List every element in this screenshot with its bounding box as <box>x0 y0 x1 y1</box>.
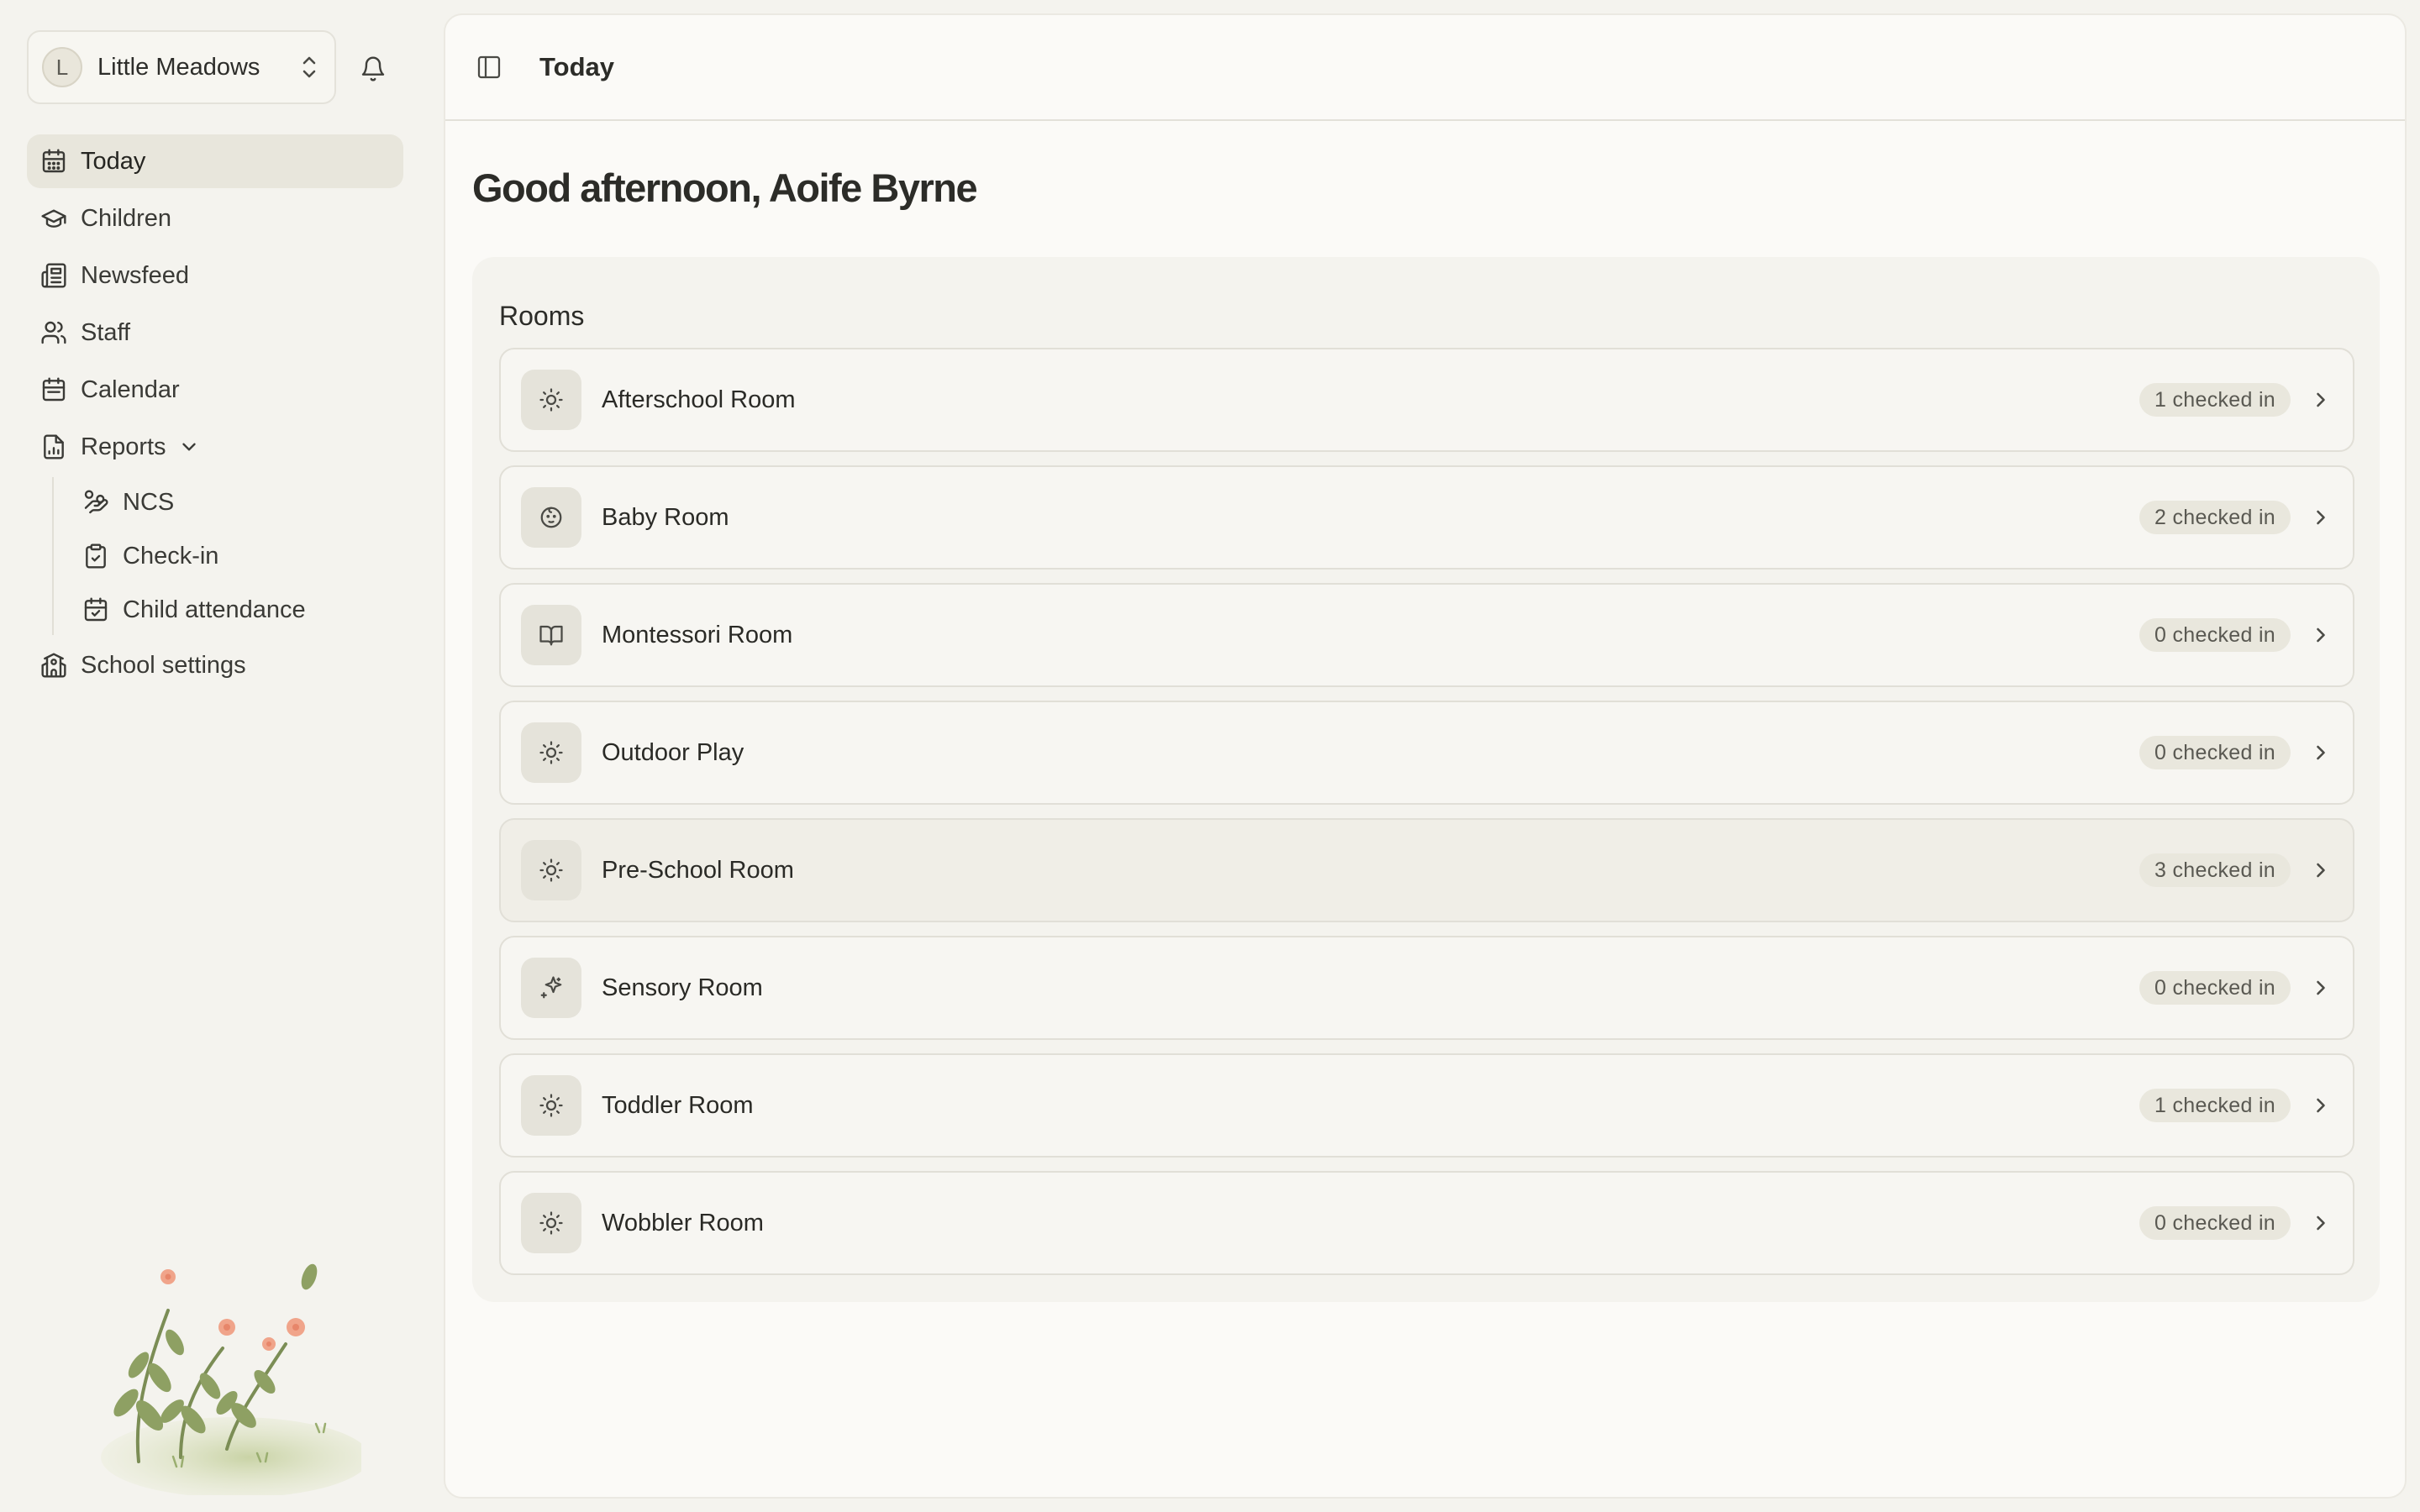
nav-label: Staff <box>81 318 131 346</box>
sun-icon <box>539 740 564 765</box>
room-row-afterschool[interactable]: Afterschool Room 1 checked in <box>499 348 2354 452</box>
avatar-initial: L <box>55 54 69 80</box>
newspaper-icon <box>40 262 67 289</box>
notifications-button[interactable] <box>353 49 393 89</box>
room-row-montessori[interactable]: Montessori Room 0 checked in <box>499 583 2354 687</box>
calendar-check-icon <box>82 596 109 623</box>
nav-label: Today <box>81 147 146 175</box>
baby-icon <box>539 505 564 530</box>
calendar-days-icon <box>40 148 67 175</box>
chevron-right-icon <box>2309 858 2333 882</box>
room-name: Baby Room <box>602 503 729 531</box>
chevron-right-icon <box>2309 506 2333 529</box>
page-title: Today <box>539 52 614 81</box>
nav-item-reports[interactable]: Reports <box>27 420 403 474</box>
room-row-outdoor-play[interactable]: Outdoor Play 0 checked in <box>499 701 2354 805</box>
nav-label: Child attendance <box>123 596 306 623</box>
nav-item-newsfeed[interactable]: Newsfeed <box>27 249 403 302</box>
sun-icon <box>539 1210 564 1236</box>
meadow-illustration <box>76 1252 361 1495</box>
room-name: Montessori Room <box>602 621 793 648</box>
nav-label: Children <box>81 204 171 232</box>
calendar-icon <box>40 376 67 403</box>
rooms-card: Rooms Afterschool Room 1 checked in Baby… <box>472 257 2380 1302</box>
checked-in-badge: 3 checked in <box>2139 853 2291 887</box>
chevron-right-icon <box>2309 1094 2333 1117</box>
nav-item-today[interactable]: Today <box>27 134 403 188</box>
nav-label: NCS <box>123 488 175 516</box>
nav-item-children[interactable]: Children <box>27 192 403 245</box>
nav-item-staff[interactable]: Staff <box>27 306 403 360</box>
checked-in-badge: 0 checked in <box>2139 618 2291 652</box>
room-name: Afterschool Room <box>602 386 796 413</box>
room-name: Sensory Room <box>602 974 763 1001</box>
room-name: Toddler Room <box>602 1091 754 1119</box>
top-bar: Today <box>445 15 2405 121</box>
sidebar-toggle-button[interactable] <box>472 50 506 84</box>
sparkles-icon <box>539 975 564 1000</box>
nav-label: School settings <box>81 651 246 679</box>
room-icon <box>521 370 581 430</box>
chevron-right-icon <box>2309 388 2333 412</box>
main-nav: Today Children Newsfeed Staff Calendar R… <box>27 134 403 696</box>
bell-icon <box>360 55 387 82</box>
greeting-heading: Good afternoon, Aoife Byrne <box>472 165 978 210</box>
chevrons-up-down-icon <box>297 52 321 82</box>
graduation-cap-icon <box>40 205 67 232</box>
room-name: Wobbler Room <box>602 1209 764 1236</box>
sun-icon <box>539 387 564 412</box>
book-open-icon <box>539 622 564 648</box>
room-list: Afterschool Room 1 checked in Baby Room … <box>499 348 2354 1289</box>
room-name: Pre-School Room <box>602 856 794 884</box>
room-icon <box>521 605 581 665</box>
room-icon <box>521 487 581 548</box>
rooms-title: Rooms <box>499 301 585 331</box>
nav-item-school-settings[interactable]: School settings <box>27 638 403 692</box>
nav-label: Calendar <box>81 375 180 403</box>
sun-icon <box>539 1093 564 1118</box>
nav-item-calendar[interactable]: Calendar <box>27 363 403 417</box>
checked-in-badge: 1 checked in <box>2139 1089 2291 1122</box>
sun-icon <box>539 858 564 883</box>
nav-item-child-attendance[interactable]: Child attendance <box>69 585 403 635</box>
nav-item-ncs[interactable]: NCS <box>69 477 403 528</box>
room-name: Outdoor Play <box>602 738 744 766</box>
chevron-down-icon <box>178 436 200 458</box>
room-icon <box>521 840 581 900</box>
room-row-toddler[interactable]: Toddler Room 1 checked in <box>499 1053 2354 1158</box>
chevron-right-icon <box>2309 1211 2333 1235</box>
checked-in-badge: 0 checked in <box>2139 971 2291 1005</box>
school-avatar: L <box>42 47 82 87</box>
nav-label: Newsfeed <box>81 261 189 289</box>
school-switcher[interactable]: L Little Meadows <box>27 30 336 104</box>
checked-in-badge: 1 checked in <box>2139 383 2291 417</box>
room-icon <box>521 1075 581 1136</box>
chevron-right-icon <box>2309 741 2333 764</box>
room-row-wobbler[interactable]: Wobbler Room 0 checked in <box>499 1171 2354 1275</box>
checked-in-badge: 2 checked in <box>2139 501 2291 534</box>
clipboard-check-icon <box>82 543 109 570</box>
nav-label: Reports <box>81 433 166 460</box>
room-row-baby[interactable]: Baby Room 2 checked in <box>499 465 2354 570</box>
school-icon <box>40 652 67 679</box>
users-icon <box>40 319 67 346</box>
room-icon <box>521 722 581 783</box>
panel-left-icon <box>476 54 502 81</box>
nav-label: Check-in <box>123 542 219 570</box>
checked-in-badge: 0 checked in <box>2139 1206 2291 1240</box>
main-panel: Today Good afternoon, Aoife Byrne Rooms … <box>444 13 2407 1499</box>
hand-coins-icon <box>82 489 109 516</box>
chevron-right-icon <box>2309 976 2333 1000</box>
chevron-right-icon <box>2309 623 2333 647</box>
school-name: Little Meadows <box>97 53 260 81</box>
room-row-pre-school[interactable]: Pre-School Room 3 checked in <box>499 818 2354 922</box>
file-chart-icon <box>40 433 67 460</box>
room-row-sensory[interactable]: Sensory Room 0 checked in <box>499 936 2354 1040</box>
sidebar: L Little Meadows Today Children Newsfeed… <box>0 0 443 1512</box>
room-icon <box>521 1193 581 1253</box>
nav-item-check-in[interactable]: Check-in <box>69 531 403 581</box>
reports-subnav: NCS Check-in Child attendance <box>52 477 403 635</box>
checked-in-badge: 0 checked in <box>2139 736 2291 769</box>
room-icon <box>521 958 581 1018</box>
